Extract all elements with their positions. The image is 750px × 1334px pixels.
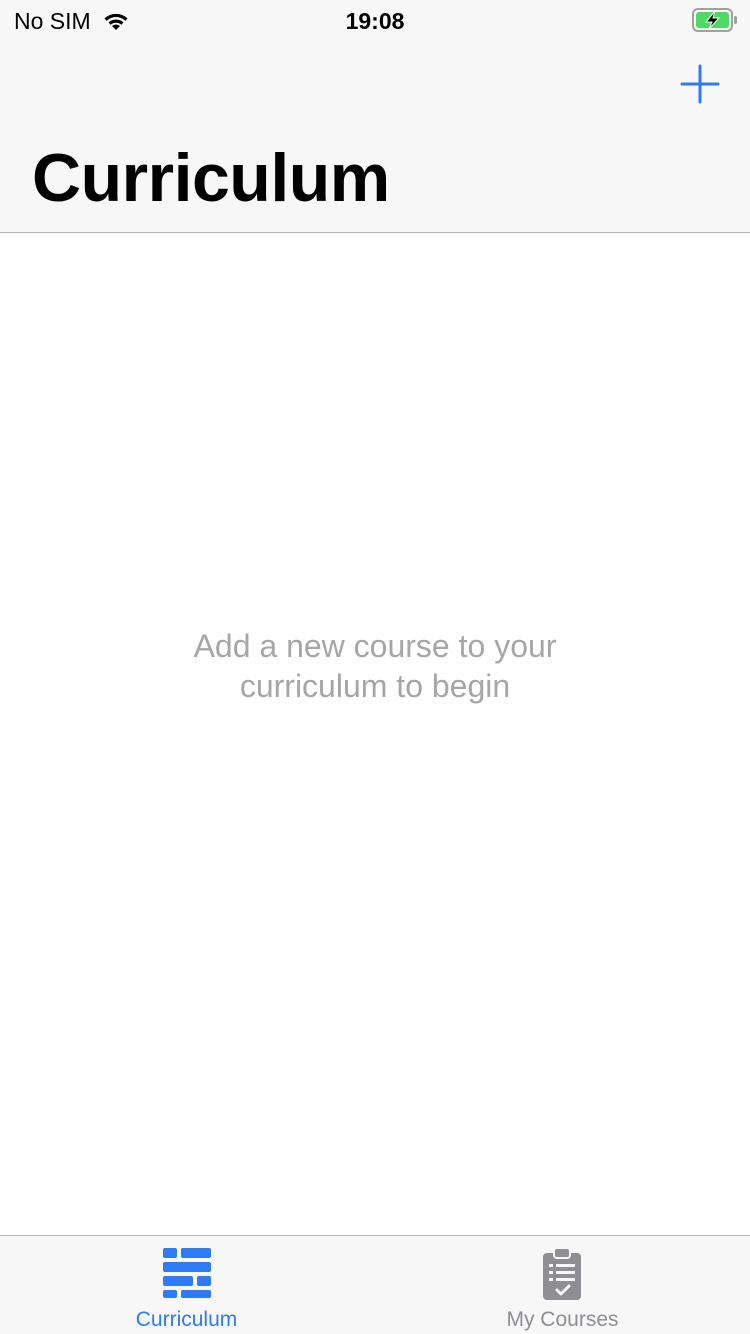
page-title: Curriculum (32, 140, 390, 216)
tab-label-curriculum: Curriculum (135, 1308, 238, 1331)
status-time: 19:08 (345, 8, 405, 34)
battery-charging-icon (692, 8, 737, 32)
plus-icon (680, 64, 720, 104)
tab-bar: Curriculum My Courses (0, 1235, 750, 1334)
tab-my-courses[interactable]: My Courses (375, 1236, 750, 1334)
status-bar: No SIM 19:08 (0, 0, 750, 44)
list-blocks-icon (163, 1248, 211, 1298)
tab-label-my-courses: My Courses (506, 1308, 619, 1331)
clipboard-icon (543, 1248, 581, 1300)
empty-state-message: Add a new course to your curriculum to b… (0, 626, 750, 706)
add-course-button[interactable] (680, 64, 720, 104)
navigation-bar: Curriculum (0, 44, 750, 233)
curriculum-screen: No SIM 19:08 Curriculum Add a new course… (0, 0, 750, 1334)
empty-state-line-2: curriculum to begin (239, 668, 511, 704)
empty-state-line-1: Add a new course to your (193, 628, 557, 664)
tab-curriculum[interactable]: Curriculum (0, 1236, 375, 1334)
